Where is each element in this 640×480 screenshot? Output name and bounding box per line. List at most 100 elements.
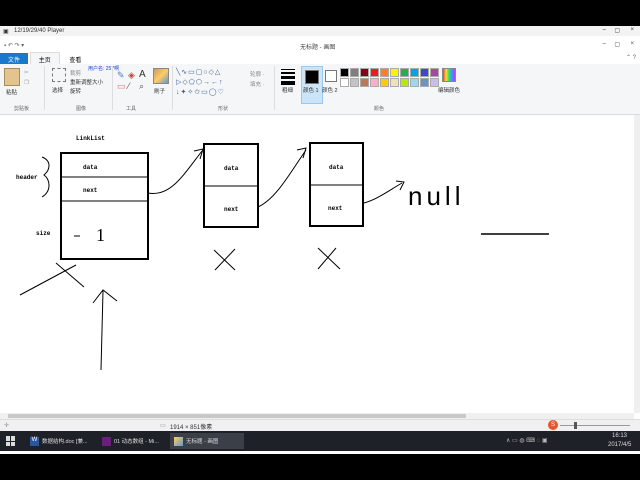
pencil-icon[interactable]: ✎ — [117, 70, 125, 81]
color-picker-icon[interactable]: ⁄ — [128, 81, 130, 91]
color2-label[interactable]: 颜色 2 — [322, 86, 338, 94]
text-icon[interactable]: A — [139, 69, 146, 80]
edit-colors-label[interactable]: 编辑颜色 — [438, 86, 460, 94]
palette-swatch[interactable] — [400, 68, 409, 77]
horizontal-scroll-thumb[interactable] — [8, 414, 466, 418]
player-minimize[interactable]: – — [603, 27, 606, 33]
palette-swatch[interactable] — [410, 78, 419, 87]
paint-icon — [174, 436, 183, 446]
start-button[interactable] — [6, 436, 16, 446]
paste-icon[interactable] — [4, 68, 20, 86]
tray-icons[interactable]: ∧ ▭ ◍ ⌨ ◌ ▣ — [506, 437, 548, 444]
quick-access-icons[interactable]: ▪ ↶ ↷ ▾ — [4, 42, 24, 49]
player-maximize[interactable]: ▢ — [614, 27, 620, 34]
drawing-canvas[interactable]: LinkList header size data next 1 data ne… — [0, 115, 634, 413]
rotate-label[interactable]: 旋转 — [70, 87, 81, 95]
help-icon[interactable]: ⌃ ? — [626, 54, 636, 61]
color-palette[interactable] — [340, 68, 440, 98]
palette-swatch[interactable] — [340, 78, 349, 87]
vertical-scrollbar[interactable] — [634, 115, 640, 413]
color1-label: 颜色 1 — [303, 88, 319, 94]
arrow-node3-null — [363, 182, 403, 204]
palette-swatch[interactable] — [390, 68, 399, 77]
cut-icon[interactable]: ✂ — [24, 70, 29, 76]
colors-group-label: 颜色 — [374, 106, 385, 112]
header-brace — [41, 156, 50, 198]
ime-icon[interactable]: S — [548, 420, 558, 430]
select-icon[interactable] — [52, 68, 66, 82]
size-icon[interactable] — [281, 69, 295, 85]
edit-colors-icon[interactable] — [442, 68, 456, 82]
minimize-button[interactable]: – — [603, 41, 606, 47]
palette-swatch[interactable] — [340, 68, 349, 77]
zoom-slider[interactable] — [560, 422, 630, 429]
node3-data: data — [329, 164, 344, 171]
taskbar-item-vs[interactable]: 01 动态数组 - Mi... — [98, 433, 172, 449]
palette-swatch[interactable] — [370, 68, 379, 77]
fill-icon[interactable]: ◈ — [128, 70, 135, 81]
shapes-gallery[interactable]: ╲∿▭▢○◇△ ▷◇⬠⬡→←↑ ↓✦✧✩▭◯♡ — [176, 68, 242, 98]
palette-swatch[interactable] — [360, 68, 369, 77]
palette-swatch[interactable] — [380, 78, 389, 87]
up-arrow-head — [92, 289, 118, 304]
clipboard-group-label: 剪贴板 — [14, 106, 30, 112]
paste-label[interactable]: 粘贴 — [6, 88, 17, 96]
node1-size-value: 1 — [96, 225, 105, 245]
size-label[interactable]: 粗细 — [282, 86, 293, 94]
select-label[interactable]: 选择 — [52, 86, 63, 94]
brush-icon[interactable] — [153, 68, 169, 84]
taskbar-item-paint[interactable]: 无标题 - 画图 — [170, 433, 244, 449]
window-titlebar: ▪ ↶ ↷ ▾ 无标题 - 画图 – ▢ × — [0, 40, 640, 52]
player-title: 12/19/29/40 Player — [14, 28, 65, 34]
palette-swatch[interactable] — [390, 78, 399, 87]
taskbar: W 数据结构.doc [兼... 01 动态数组 - Mi... 无标题 - 画… — [0, 431, 640, 451]
eraser-icon[interactable]: ▭ — [117, 81, 126, 92]
arrow-node2-node3 — [257, 149, 307, 208]
maximize-button[interactable]: ▢ — [614, 41, 620, 48]
player-icon: ▣ — [3, 29, 9, 35]
color1-swatch — [305, 70, 319, 84]
palette-swatch[interactable] — [420, 68, 429, 77]
resize-label[interactable]: 重新调整大小 — [70, 78, 103, 86]
taskbar-item-word[interactable]: W 数据结构.doc [兼... — [26, 433, 100, 449]
color2-swatch[interactable] — [325, 70, 337, 82]
palette-swatch[interactable] — [410, 68, 419, 77]
close-button[interactable]: × — [630, 41, 634, 47]
shapes-group-label: 形状 — [218, 106, 229, 112]
dimension-icon: ▭ — [160, 423, 166, 429]
tools-group-label: 工具 — [126, 106, 137, 112]
divider — [112, 66, 113, 110]
palette-swatch[interactable] — [360, 78, 369, 87]
arrow-node1-node2 — [147, 150, 203, 194]
x-mark-1b — [19, 264, 77, 296]
username-overlay: 用户名: 257啊 — [88, 66, 120, 72]
divider — [44, 66, 45, 110]
player-bar: ▣ 12/19/29/40 Player – ▢ × — [0, 26, 640, 36]
outline-label[interactable]: 轮廓 · — [250, 70, 264, 78]
linklist-title: LinkList — [76, 135, 105, 142]
image-group-label: 图像 — [76, 106, 87, 112]
palette-swatch[interactable] — [420, 78, 429, 87]
canvas-drawing: LinkList header size data next 1 data ne… — [16, 135, 549, 371]
divider — [172, 66, 173, 110]
fill-label[interactable]: 填充 · — [250, 80, 264, 88]
word-icon: W — [30, 436, 39, 446]
header-label: header — [16, 174, 38, 181]
magnifier-icon[interactable]: ⌕ — [139, 81, 144, 92]
taskbar-item-word-label: 数据结构.doc [兼... — [42, 439, 88, 445]
node1-data: data — [83, 164, 98, 171]
brush-label[interactable]: 刷子 — [154, 87, 165, 95]
null-text: null — [408, 181, 464, 211]
crop-label[interactable]: 裁剪 — [70, 69, 81, 77]
palette-swatch[interactable] — [350, 78, 359, 87]
copy-icon[interactable]: ❐ — [24, 80, 29, 86]
image-dimensions: 1914 × 851像素 — [170, 425, 213, 431]
palette-swatch[interactable] — [370, 78, 379, 87]
cursor-pos-icon: ✛ — [4, 423, 10, 429]
player-close[interactable]: × — [630, 27, 634, 33]
palette-swatch[interactable] — [430, 68, 439, 77]
palette-swatch[interactable] — [350, 68, 359, 77]
window-title: 无标题 - 画图 — [300, 45, 336, 51]
palette-swatch[interactable] — [380, 68, 389, 77]
palette-swatch[interactable] — [400, 78, 409, 87]
